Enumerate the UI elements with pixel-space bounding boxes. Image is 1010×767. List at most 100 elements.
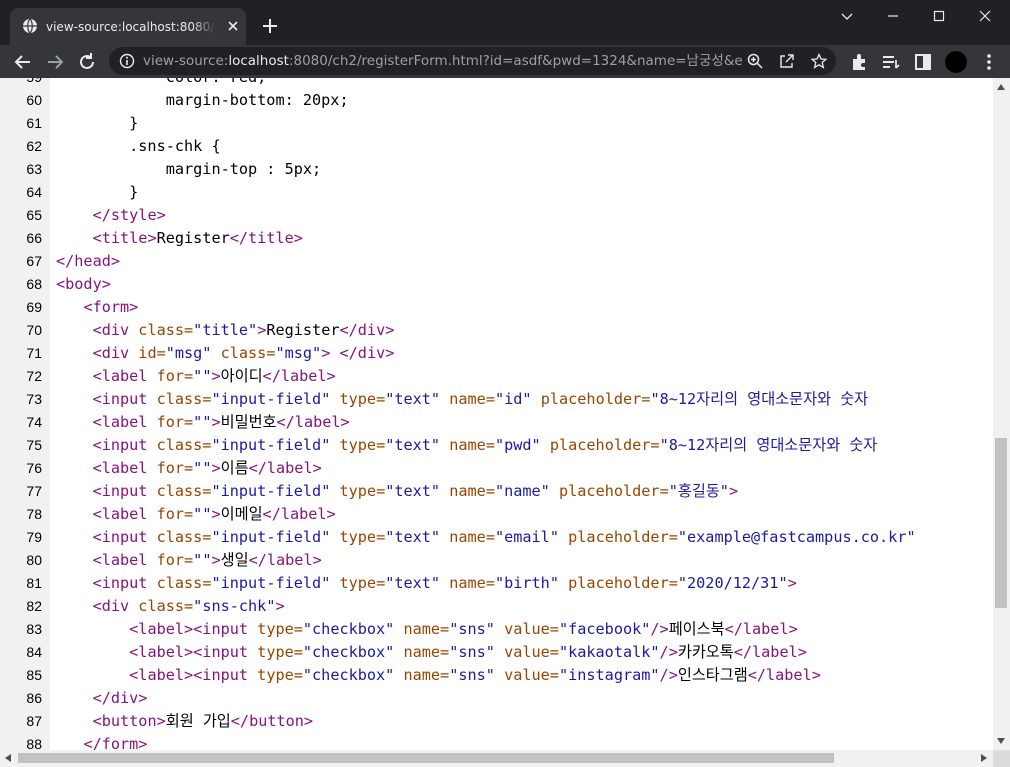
horizontal-scrollbar[interactable]	[0, 750, 993, 767]
vertical-scrollbar[interactable]	[993, 78, 1010, 750]
vertical-scroll-thumb[interactable]	[995, 438, 1007, 608]
line-code: margin-bottom: 20px;	[56, 89, 349, 112]
minimize-icon[interactable]	[870, 0, 916, 32]
scroll-right-arrow-icon[interactable]	[981, 754, 987, 762]
source-line: 74 <label for="">비밀번호</label>	[0, 411, 993, 434]
horizontal-scroll-thumb[interactable]	[18, 753, 834, 763]
source-line: 69 <form>	[0, 296, 993, 319]
line-number: 72	[26, 368, 42, 384]
source-line: 71 <div id="msg" class="msg"> </div>	[0, 342, 993, 365]
code-token-tag: >	[321, 344, 331, 362]
line-code: <label for="">비밀번호</label>	[56, 411, 350, 434]
code-token-tag: <input	[92, 436, 157, 454]
code-token-val: ""	[193, 413, 212, 431]
code-token-tag: <title>	[92, 229, 157, 247]
side-panel-icon[interactable]	[912, 51, 934, 73]
tab-title: view-source:localhost:8080/ch2/registerF…	[46, 18, 216, 36]
scroll-left-arrow-icon[interactable]	[5, 754, 11, 762]
code-token-tag: </label>	[733, 643, 807, 661]
plus-icon[interactable]	[260, 16, 280, 36]
close-icon[interactable]	[224, 17, 242, 35]
code-token-attr: placeholder=	[568, 574, 678, 592]
code-token-text: color: red;	[56, 78, 267, 86]
extensions-icon[interactable]	[848, 51, 870, 73]
back-icon[interactable]	[12, 51, 34, 73]
code-token-text: 인스타그램	[677, 666, 748, 684]
line-number: 85	[26, 667, 42, 683]
share-icon[interactable]	[779, 53, 795, 69]
info-icon[interactable]	[119, 53, 135, 69]
line-number: 68	[26, 276, 42, 292]
code-token-text: Register	[266, 321, 340, 339]
scroll-down-arrow-icon[interactable]	[997, 738, 1005, 744]
address-bar[interactable]: view-source:localhost:8080/ch2/registerF…	[109, 47, 836, 75]
profile-avatar[interactable]	[945, 51, 967, 73]
code-token-val: ""	[193, 505, 212, 523]
maximize-icon[interactable]	[916, 0, 962, 32]
code-token-tag: <div	[92, 321, 139, 339]
line-code: <label for="">이메일</label>	[56, 503, 336, 526]
window-close-icon[interactable]	[962, 0, 1008, 32]
star-icon[interactable]	[810, 52, 828, 69]
browser-tab[interactable]: view-source:localhost:8080/ch2/registerF…	[10, 8, 246, 45]
code-token-tag: </label>	[276, 413, 350, 431]
code-token-attr: name=	[449, 390, 495, 408]
line-code: <input class="input-field" type="text" n…	[56, 572, 797, 595]
line-number: 82	[26, 598, 42, 614]
url-text[interactable]: view-source:localhost:8080/ch2/registerF…	[143, 52, 743, 70]
scroll-up-arrow-icon[interactable]	[997, 84, 1005, 90]
code-token-tag: </style>	[92, 206, 166, 224]
line-number: 78	[26, 506, 42, 522]
code-token-attr: name=	[449, 574, 495, 592]
code-token-tag: >	[787, 574, 797, 592]
code-token-val: "email"	[494, 528, 559, 546]
code-token-val: "birth"	[494, 574, 559, 592]
forward-icon[interactable]	[44, 51, 66, 73]
code-token-tag: </label>	[747, 666, 821, 684]
code-token-tag: <label	[92, 413, 157, 431]
reload-icon[interactable]	[76, 51, 98, 73]
code-token-val: "text"	[385, 574, 441, 592]
source-line: 81 <input class="input-field" type="text…	[0, 572, 993, 595]
code-token-attr: type=	[257, 666, 303, 684]
code-token-attr: class=	[156, 482, 212, 500]
line-code: </form>	[56, 733, 147, 750]
zoom-icon[interactable]	[747, 53, 763, 69]
code-token-attr: type=	[339, 482, 386, 500]
code-token-val: ""	[193, 367, 212, 385]
code-token-tag: <label><input	[129, 666, 258, 684]
code-token-tag: <button>	[92, 712, 166, 730]
code-token-val: "text"	[385, 482, 441, 500]
code-token-tag: </label>	[262, 367, 336, 385]
code-token-val: "title"	[193, 321, 258, 339]
code-token-attr: name=	[449, 482, 495, 500]
code-token-text: 페이스북	[668, 620, 725, 638]
code-token-val: "checkbox"	[302, 620, 395, 638]
code-token-attr: name=	[403, 620, 450, 638]
source-line: 83 <label><input type="checkbox" name="s…	[0, 618, 993, 641]
code-token-attr: type=	[339, 574, 386, 592]
source-code: 59 color: red;60 margin-bottom: 20px;61 …	[0, 78, 993, 750]
line-number: 63	[26, 161, 42, 177]
code-token-tag: </label>	[724, 620, 798, 638]
source-line: 88 </form>	[0, 733, 993, 750]
source-line: 65 </style>	[0, 204, 993, 227]
code-token-tag: >	[211, 459, 221, 477]
reading-list-icon[interactable]	[880, 51, 902, 73]
code-token-text: 카카오톡	[677, 643, 734, 661]
source-line: 86 </div>	[0, 687, 993, 710]
chevron-down-icon[interactable]	[824, 0, 870, 32]
code-token-val: ""	[193, 459, 212, 477]
source-line: 80 <label for="">생일</label>	[0, 549, 993, 572]
kebab-menu-icon[interactable]	[978, 51, 1000, 73]
